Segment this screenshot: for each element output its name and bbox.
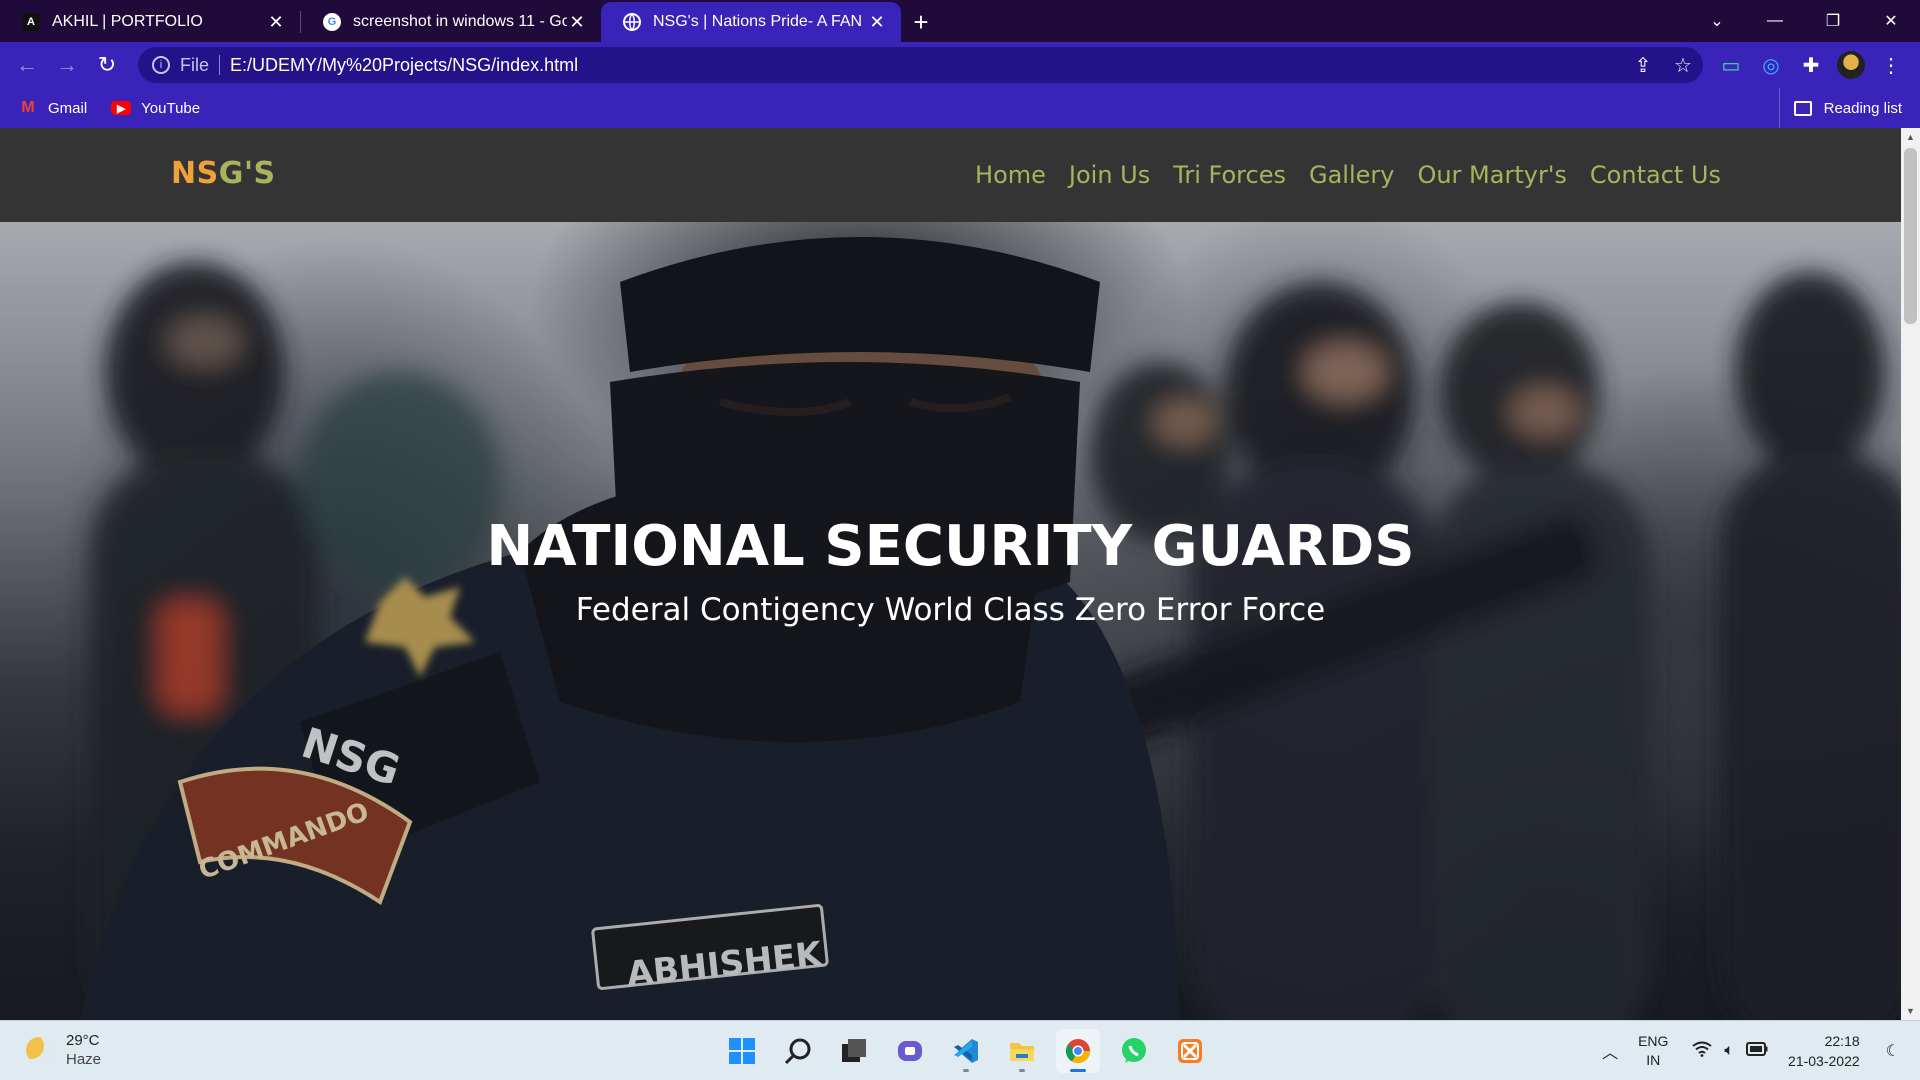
share-icon[interactable]: ⇪ <box>1623 53 1663 78</box>
language-region: IN <box>1646 1052 1661 1068</box>
volume-icon[interactable]: 🔈︎ <box>1724 1042 1734 1060</box>
taskbar-clock[interactable]: 22:18 21-03-2022 <box>1788 1031 1860 1071</box>
show-hidden-icons-chevron-icon[interactable]: ︿ <box>1602 1039 1618 1063</box>
url-scheme-label: File <box>180 55 221 75</box>
start-icon[interactable] <box>720 1029 764 1073</box>
reading-list-button[interactable]: Reading list <box>1778 88 1902 128</box>
chrome-icon[interactable] <box>1056 1029 1100 1073</box>
forward-button[interactable]: → <box>47 45 87 85</box>
hero-subtitle: Federal Contigency World Class Zero Erro… <box>575 592 1326 628</box>
restore-button[interactable]: ❐ <box>1804 0 1862 42</box>
site-info-icon[interactable]: i <box>152 56 170 74</box>
minimize-button[interactable]: — <box>1746 0 1804 42</box>
clock-date: 21-03-2022 <box>1788 1053 1860 1069</box>
moon-haze-icon <box>26 1036 52 1063</box>
nav-our-martyrs[interactable]: Our Martyr's <box>1417 161 1566 189</box>
address-bar[interactable]: i File E:/UDEMY/My%20Projects/NSG/index.… <box>138 47 1703 83</box>
youtube-icon: ▶ <box>111 101 132 115</box>
window-controls: ⌄ — ❐ ✕ <box>1688 0 1920 42</box>
weather-temperature: 29°C <box>66 1032 100 1049</box>
bookmark-label: YouTube <box>141 99 201 117</box>
url-text[interactable]: E:/UDEMY/My%20Projects/NSG/index.html <box>230 55 1623 76</box>
extension-battery-icon[interactable]: ▭ <box>1711 45 1751 85</box>
language-code: ENG <box>1638 1033 1669 1049</box>
close-window-button[interactable]: ✕ <box>1862 0 1920 42</box>
vscode-icon[interactable] <box>944 1029 988 1073</box>
nav-contact-us[interactable]: Contact Us <box>1590 161 1721 189</box>
chrome-menu-icon[interactable]: ⋮ <box>1871 45 1911 85</box>
bookmarks-bar: M Gmail ▶ YouTube Reading list <box>0 88 1920 128</box>
chat-icon[interactable] <box>888 1029 932 1073</box>
tab-title: NSG's | Nations Pride- A FAN PAG <box>653 13 867 30</box>
windows-taskbar: 29°C Haze ︿ ENG IN 🔈︎ 22:18 21-03-2022 ☾ <box>0 1020 1920 1080</box>
globe-icon <box>623 13 641 31</box>
nav-tri-forces[interactable]: Tri Forces <box>1173 161 1286 189</box>
browser-toolbar: ← → ↻ i File E:/UDEMY/My%20Projects/NSG/… <box>0 42 1920 88</box>
site-logo[interactable]: NSG'S <box>171 156 276 191</box>
page-viewport: NSG'S Home Join Us Tri Forces Gallery Ou… <box>0 128 1901 1020</box>
reading-list-label: Reading list <box>1823 99 1902 117</box>
weather-widget[interactable]: 29°C Haze <box>26 1031 101 1068</box>
whatsapp-icon[interactable] <box>1112 1029 1156 1073</box>
focus-assist-moon-icon[interactable]: ☾ <box>1886 1041 1900 1061</box>
clock-time: 22:18 <box>1824 1033 1860 1049</box>
reload-button[interactable]: ↻ <box>87 45 127 85</box>
close-tab-icon[interactable]: ✕ <box>266 12 286 33</box>
system-tray: ︿ ENG IN 🔈︎ 22:18 21-03-2022 ☾ <box>1596 1021 1920 1080</box>
file-explorer-icon[interactable] <box>1000 1029 1044 1073</box>
google-icon: G <box>323 13 341 31</box>
profile-avatar[interactable] <box>1837 51 1865 79</box>
tab-title: screenshot in windows 11 - Goog <box>353 13 567 30</box>
nav-gallery[interactable]: Gallery <box>1309 161 1394 189</box>
tab-title: AKHIL | PORTFOLIO <box>52 13 203 30</box>
tab-akhil-portfolio[interactable]: A AKHIL | PORTFOLIO ✕ <box>0 2 300 42</box>
task-view-icon[interactable] <box>832 1029 876 1073</box>
nav-join-us[interactable]: Join Us <box>1069 161 1150 189</box>
new-tab-button[interactable]: + <box>901 2 941 42</box>
tab-nsg-fan-page[interactable]: NSG's | Nations Pride- A FAN PAG ✕ <box>601 2 901 42</box>
extensions-area: ▭ ◎ ✚ ⋮ <box>1711 42 1911 88</box>
site-navbar: NSG'S Home Join Us Tri Forces Gallery Ou… <box>0 128 1901 222</box>
weather-description: Haze <box>66 1051 102 1068</box>
hero-title: NATIONAL SECURITY GUARDS <box>486 514 1415 579</box>
gmail-icon: M <box>21 99 35 116</box>
tab-search-chevron-icon[interactable]: ⌄ <box>1688 0 1746 42</box>
akhil-favicon-icon: A <box>22 13 40 31</box>
nav-home[interactable]: Home <box>975 161 1046 189</box>
extensions-puzzle-icon[interactable]: ✚ <box>1791 45 1831 85</box>
wifi-icon[interactable] <box>1692 1041 1713 1062</box>
logo-part-ns: NS <box>171 156 219 191</box>
page-scrollbar[interactable]: ▲ ▼ <box>1901 128 1920 1020</box>
scroll-up-arrow-icon[interactable]: ▲ <box>1901 128 1920 146</box>
reading-list-icon <box>1793 100 1812 116</box>
bookmark-youtube[interactable]: ▶ YouTube <box>111 100 200 117</box>
close-tab-icon[interactable]: ✕ <box>567 12 587 33</box>
extension-edge-icon[interactable]: ◎ <box>1751 45 1791 85</box>
site-menu: Home Join Us Tri Forces Gallery Our Mart… <box>975 128 1721 222</box>
scrollbar-thumb[interactable] <box>1904 148 1917 324</box>
language-indicator[interactable]: ENG IN <box>1638 1032 1668 1070</box>
close-tab-icon[interactable]: ✕ <box>867 12 887 33</box>
xampp-icon[interactable] <box>1168 1029 1212 1073</box>
scroll-down-arrow-icon[interactable]: ▼ <box>1901 1002 1920 1020</box>
back-button[interactable]: ← <box>7 45 47 85</box>
hero-section: NSG COMMANDO ABHISHEK NATIONAL SECURITY … <box>0 222 1901 1020</box>
bookmark-star-icon[interactable]: ☆ <box>1663 53 1703 78</box>
search-icon[interactable] <box>776 1029 820 1073</box>
bookmark-label: Gmail <box>48 99 88 117</box>
tab-google-search[interactable]: G screenshot in windows 11 - Goog ✕ <box>301 2 601 42</box>
bookmark-gmail[interactable]: M Gmail <box>18 99 88 117</box>
logo-part-gs: G'S <box>218 156 276 191</box>
battery-icon[interactable] <box>1746 1041 1768 1061</box>
taskbar-apps <box>720 1021 1212 1080</box>
browser-tab-strip: A AKHIL | PORTFOLIO ✕ G screenshot in wi… <box>0 0 1920 42</box>
